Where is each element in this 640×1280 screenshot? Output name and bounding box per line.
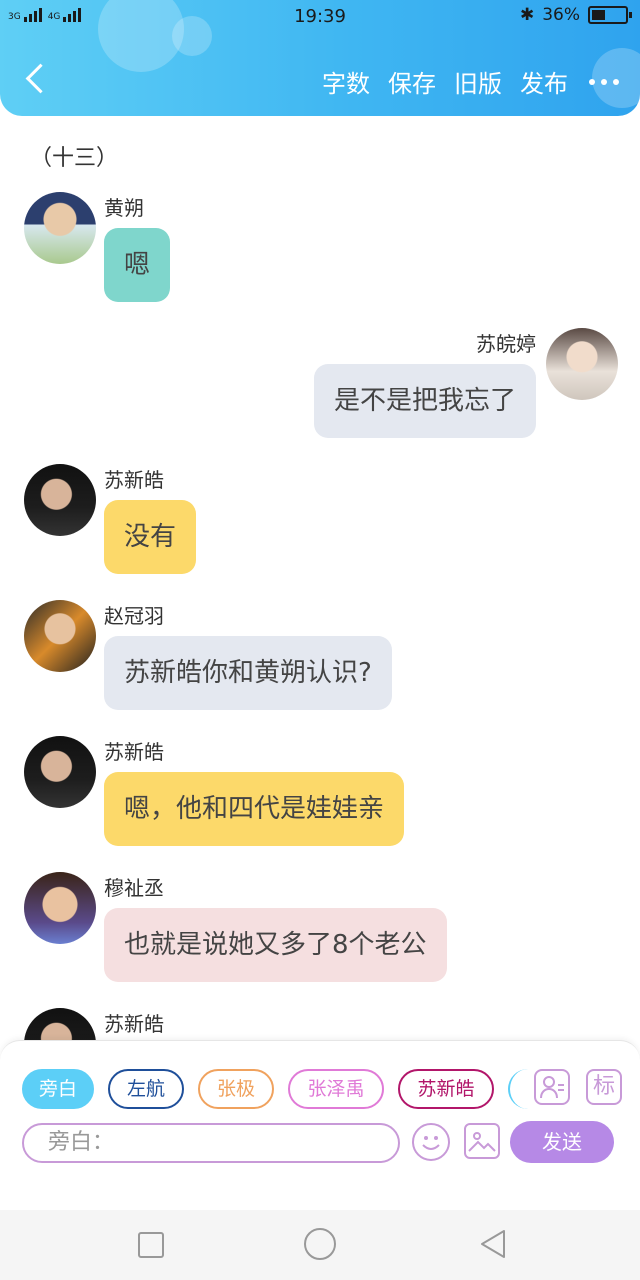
- old-version-button[interactable]: 旧版: [454, 64, 502, 99]
- app-header: 3G 4G 19:39 ✱ 36% 字数 保存 旧版 发布: [0, 0, 640, 116]
- message-bubble[interactable]: 苏新皓你和黄朔认识?: [104, 636, 392, 710]
- bluetooth-icon: ✱: [519, 5, 535, 25]
- sender-name: 苏新皓: [104, 740, 164, 764]
- message-bubble[interactable]: 也就是说她又多了8个老公: [104, 908, 447, 982]
- back-triangle-icon[interactable]: [478, 1228, 508, 1260]
- role-chip[interactable]: 左航: [108, 1069, 184, 1109]
- message-input[interactable]: 旁白：: [22, 1123, 400, 1163]
- person-card-icon[interactable]: [534, 1069, 570, 1105]
- sender-name: 苏皖婷: [476, 332, 536, 356]
- role-chip[interactable]: 张泽禹: [288, 1069, 384, 1109]
- message-bubble[interactable]: 是不是把我忘了: [313, 364, 536, 438]
- chapter-title: （十三）: [30, 146, 119, 171]
- role-chip[interactable]: 旁白: [22, 1069, 94, 1109]
- sender-name: 苏新皓: [104, 468, 164, 492]
- send-button[interactable]: 发送: [510, 1121, 614, 1163]
- battery-fill: [592, 10, 605, 20]
- recent-apps-icon[interactable]: [138, 1232, 164, 1258]
- image-icon[interactable]: [464, 1123, 500, 1159]
- save-button[interactable]: 保存: [388, 64, 436, 99]
- emoji-icon[interactable]: [412, 1123, 450, 1161]
- avatar[interactable]: [24, 192, 96, 264]
- composer: 旁白 左航 张极 张泽禹 苏新皓 标 旁白： 发送: [0, 1040, 640, 1210]
- toolbar: 字数 保存 旧版 发布: [322, 64, 622, 99]
- battery-percent: 36%: [542, 5, 580, 25]
- avatar[interactable]: [24, 736, 96, 808]
- tag-button[interactable]: 标: [586, 1069, 622, 1105]
- home-icon[interactable]: [304, 1228, 336, 1260]
- message-bubble[interactable]: 嗯，他和四代是娃娃亲: [104, 772, 405, 846]
- sender-name: 黄朔: [104, 196, 144, 220]
- message-bubble[interactable]: 没有: [104, 500, 197, 574]
- battery-icon: [588, 6, 632, 24]
- sender-name: 赵冠羽: [104, 604, 164, 628]
- more-icon[interactable]: [586, 70, 622, 94]
- role-chip[interactable]: 苏新皓: [398, 1069, 494, 1109]
- avatar[interactable]: [24, 600, 96, 672]
- avatar[interactable]: [546, 328, 618, 400]
- avatar[interactable]: [24, 464, 96, 536]
- sender-name: 穆祉丞: [104, 876, 164, 900]
- status-bar: 3G 4G 19:39 ✱ 36%: [0, 0, 640, 34]
- message-bubble[interactable]: 嗯: [104, 228, 171, 302]
- back-button[interactable]: [22, 62, 48, 98]
- role-chip[interactable]: 张极: [198, 1069, 274, 1109]
- chip-overflow-edge: [508, 1069, 528, 1109]
- avatar[interactable]: [24, 872, 96, 944]
- status-right: ✱ 36%: [519, 5, 632, 25]
- word-count-button[interactable]: 字数: [322, 64, 370, 99]
- sender-name: 苏新皓: [104, 1012, 164, 1036]
- publish-button[interactable]: 发布: [520, 64, 568, 99]
- system-navigation-bar: [0, 1210, 640, 1280]
